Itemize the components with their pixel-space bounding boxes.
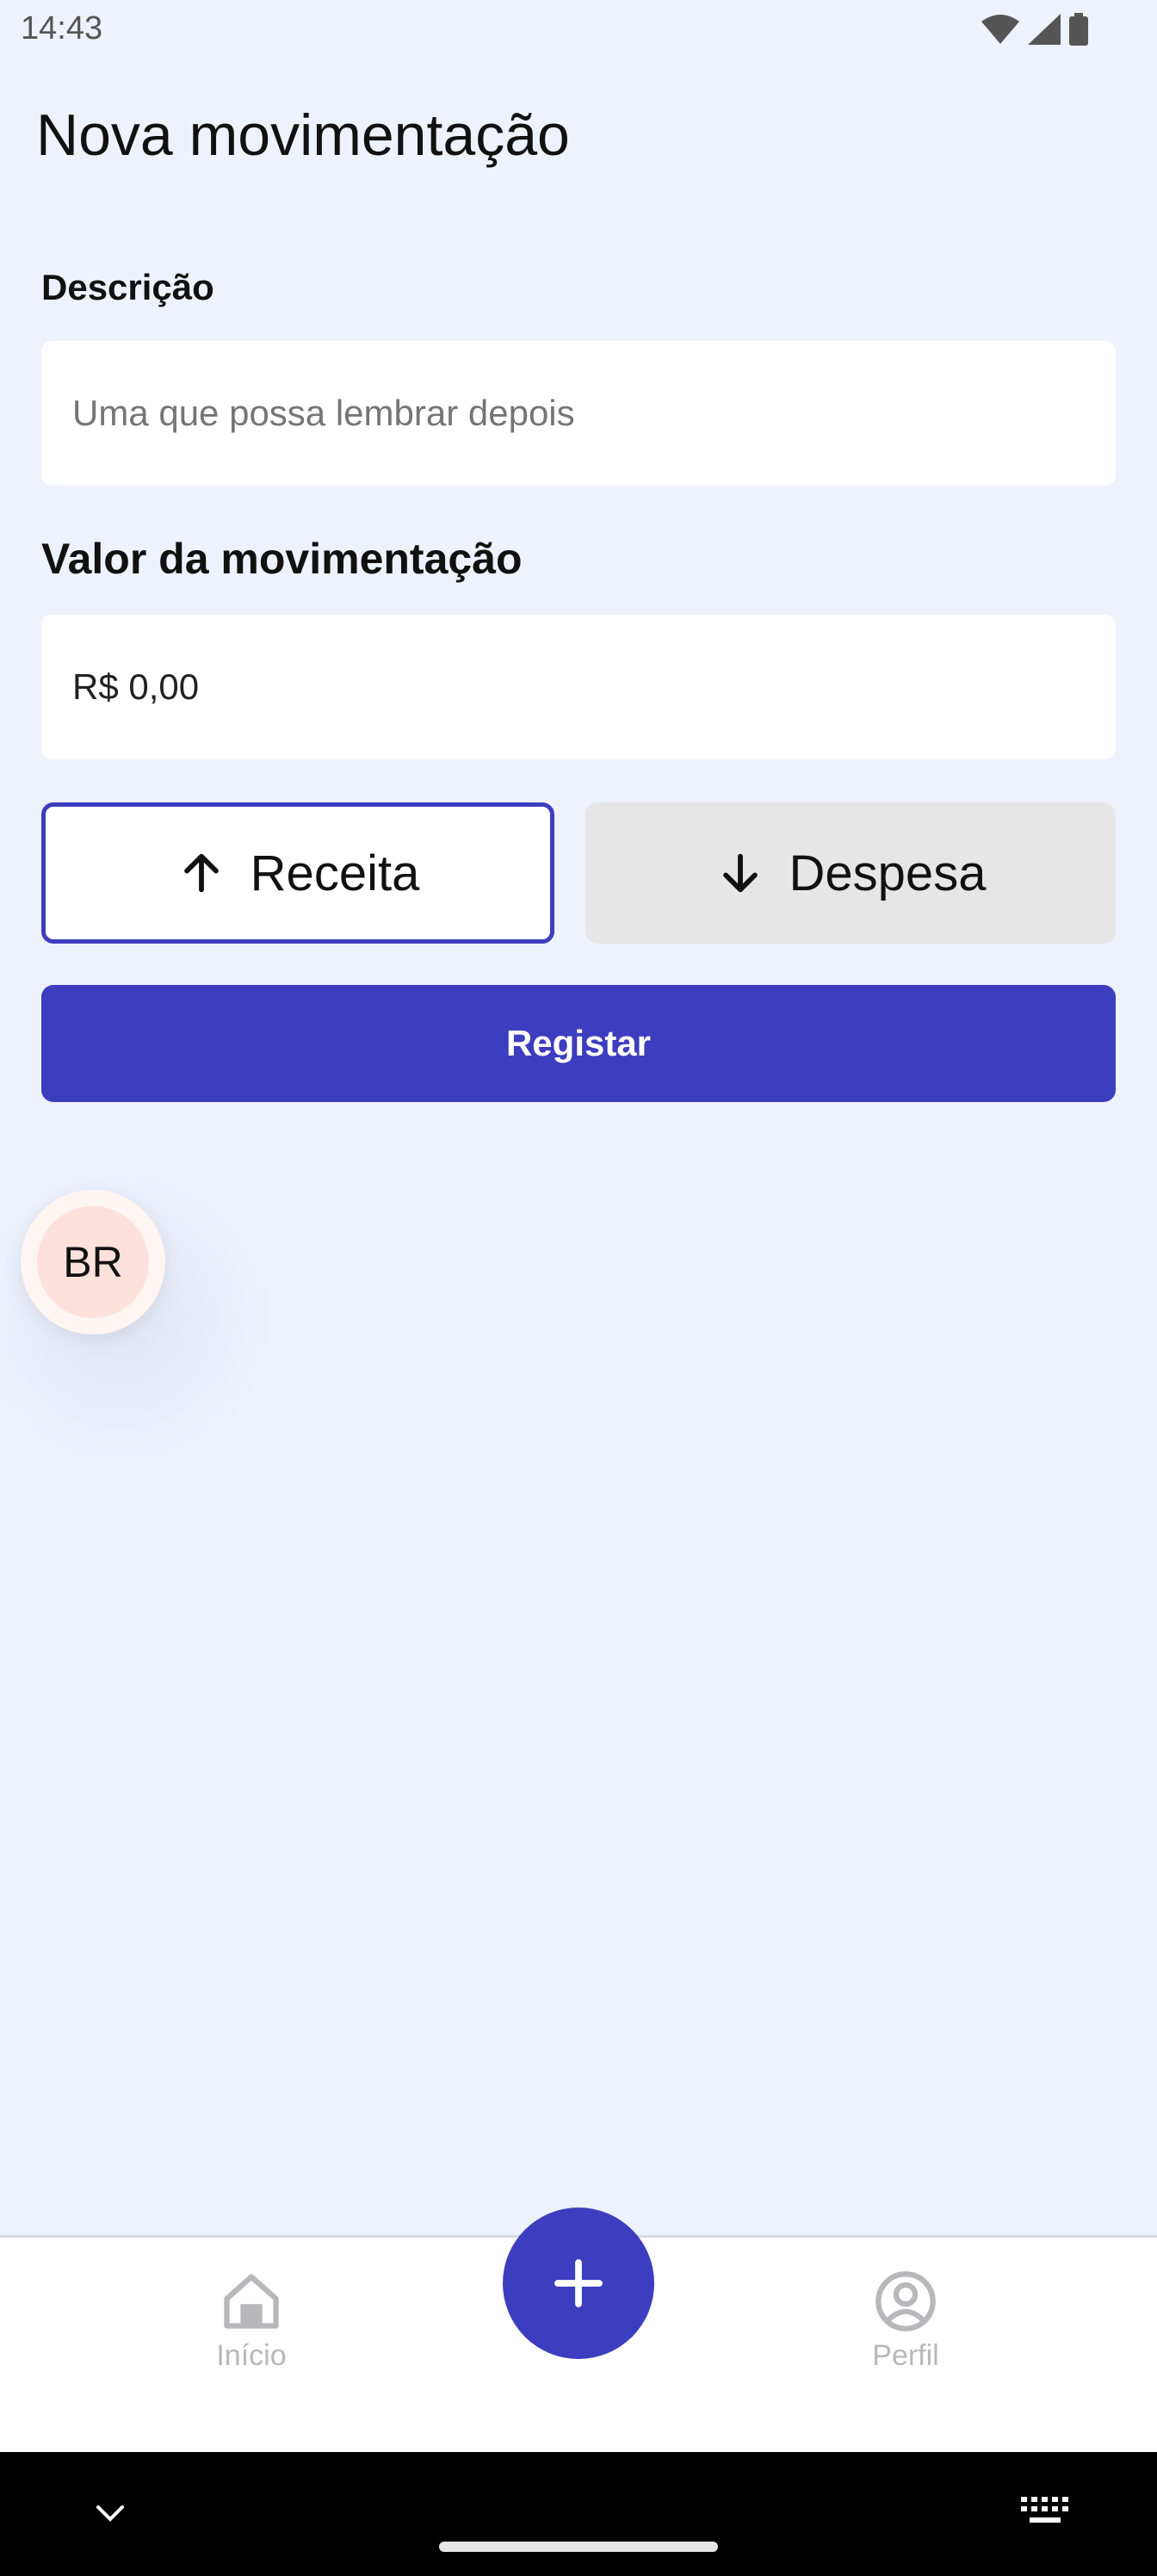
add-fab-button[interactable]	[503, 2208, 654, 2359]
description-label: Descrição	[41, 267, 214, 307]
register-button[interactable]: Registar	[41, 985, 1116, 1102]
avatar-initials: BR	[37, 1206, 149, 1318]
nav-item-perfil-label: Perfil	[872, 2339, 939, 2372]
income-button[interactable]: Receita	[41, 802, 554, 944]
status-icons	[981, 12, 1088, 46]
home-icon	[224, 2274, 279, 2329]
keyboard-icon[interactable]	[1021, 2497, 1069, 2526]
status-bar: 14:43	[0, 0, 1157, 62]
battery-icon	[1069, 13, 1088, 46]
plus-icon	[554, 2259, 603, 2307]
page-title: Nova movimentação	[36, 102, 570, 168]
nav-item-inicio-label: Início	[216, 2339, 287, 2372]
chevron-down-icon[interactable]	[93, 2500, 127, 2526]
floating-avatar-bubble[interactable]: BR	[21, 1190, 165, 1334]
home-handle[interactable]	[439, 2542, 718, 2552]
income-button-label: Receita	[250, 845, 420, 901]
cellular-signal-icon	[1028, 14, 1061, 45]
system-nav-bar	[0, 2452, 1157, 2576]
status-time: 14:43	[21, 10, 103, 46]
wifi-icon	[981, 15, 1019, 44]
arrow-up-icon	[183, 853, 219, 893]
bubble-shadow	[0, 1145, 293, 1489]
amount-label: Valor da movimentação	[41, 535, 523, 583]
amount-input[interactable]	[41, 615, 1116, 759]
description-input[interactable]	[41, 341, 1116, 486]
expense-button-label: Despesa	[789, 845, 987, 901]
nav-item-inicio[interactable]: Início	[148, 2269, 355, 2373]
arrow-down-icon	[722, 853, 758, 893]
expense-button[interactable]: Despesa	[585, 802, 1116, 944]
nav-item-perfil[interactable]: Perfil	[802, 2269, 1009, 2373]
user-circle-icon	[875, 2271, 936, 2331]
